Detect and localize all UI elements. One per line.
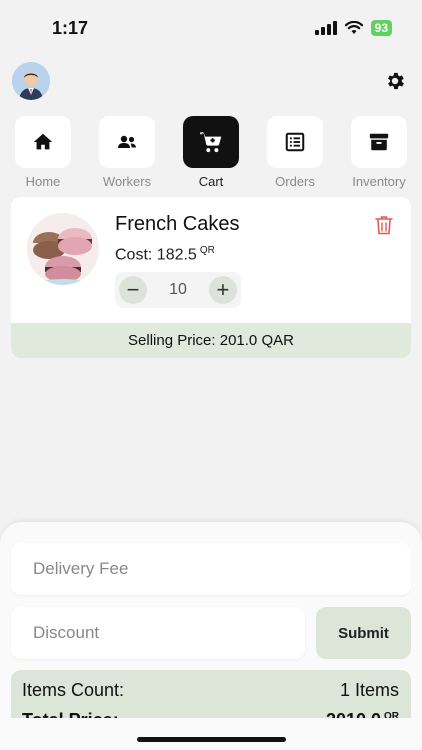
product-name: French Cakes bbox=[115, 213, 240, 235]
status-time: 1:17 bbox=[52, 18, 89, 38]
cart-icon bbox=[200, 132, 222, 153]
delivery-fee-input[interactable]: Delivery Fee bbox=[11, 543, 411, 595]
settings-gear-icon[interactable] bbox=[384, 70, 406, 92]
total-price-row: Total Price: 2010.0QR bbox=[22, 710, 399, 718]
items-count-value: 1 Items bbox=[339, 680, 399, 700]
status-icons: 93 bbox=[314, 20, 392, 36]
nav-label-workers: Workers bbox=[102, 174, 152, 189]
quantity-value: 10 bbox=[169, 281, 187, 298]
order-summary: Items Count: 1 Items Total Price: 2010.0… bbox=[11, 670, 411, 718]
delete-trash-icon[interactable] bbox=[375, 215, 393, 235]
total-price-label: Total Price: bbox=[22, 710, 119, 718]
total-price-value-wrap: 2010.0QR bbox=[326, 710, 399, 718]
nav-item-inventory[interactable]: Inventory bbox=[350, 116, 408, 189]
status-bar: 1:17 93 bbox=[0, 0, 422, 56]
nav-item-cart[interactable]: Cart bbox=[182, 116, 240, 189]
battery-icon: 93 bbox=[370, 20, 392, 36]
nav-label-orders: Orders bbox=[275, 174, 315, 189]
cart-item-card: French Cakes Cost: 182.5 QR − 10 + Sellin… bbox=[11, 197, 411, 358]
cellular-signal-icon bbox=[314, 21, 337, 35]
nav-item-orders[interactable]: Orders bbox=[266, 116, 324, 189]
wifi-icon bbox=[344, 21, 363, 34]
orders-icon bbox=[285, 132, 305, 152]
avatar[interactable] bbox=[12, 62, 50, 100]
nav-cart-box[interactable] bbox=[183, 116, 239, 168]
inventory-icon bbox=[369, 133, 389, 151]
nav-inventory-box[interactable] bbox=[351, 116, 407, 168]
total-price-value: 2010.0 bbox=[326, 710, 381, 718]
workers-icon bbox=[118, 135, 136, 148]
nav-item-home[interactable]: Home bbox=[14, 116, 72, 189]
product-cost-unit: QR bbox=[199, 245, 215, 256]
nav-label-home: Home bbox=[25, 174, 61, 189]
nav-label-cart: Cart bbox=[198, 174, 224, 189]
decrease-quantity-button[interactable]: − bbox=[119, 276, 147, 304]
nav-home-box[interactable] bbox=[15, 116, 71, 168]
discount-input[interactable]: Discount bbox=[11, 607, 305, 659]
nav-item-workers[interactable]: Workers bbox=[98, 116, 156, 189]
top-nav: Home Workers Cart Orders Inventory bbox=[14, 116, 408, 189]
user-avatar-icon bbox=[12, 62, 50, 100]
nav-workers-box[interactable] bbox=[99, 116, 155, 168]
total-price-unit: QR bbox=[384, 711, 399, 718]
items-count-label: Items Count: bbox=[22, 680, 125, 700]
nav-orders-box[interactable] bbox=[267, 116, 323, 168]
nav-label-inventory: Inventory bbox=[352, 174, 406, 189]
product-image bbox=[27, 213, 99, 285]
selling-price-bar: Selling Price: 201.0 QAR bbox=[11, 323, 411, 358]
quantity-stepper: − 10 + bbox=[115, 272, 241, 308]
home-icon bbox=[33, 133, 53, 150]
product-cost-value: Cost: 182.5 bbox=[115, 246, 197, 264]
increase-quantity-button[interactable]: + bbox=[208, 276, 237, 304]
home-indicator-area bbox=[0, 718, 422, 750]
product-cost: Cost: 182.5 QR bbox=[115, 245, 215, 264]
checkout-sheet: Delivery Fee Discount Submit Items Count… bbox=[0, 522, 422, 750]
macaron-image bbox=[27, 213, 99, 285]
submit-button[interactable]: Submit bbox=[316, 607, 411, 659]
items-count-row: Items Count: 1 Items bbox=[22, 680, 399, 701]
home-indicator[interactable] bbox=[137, 737, 286, 742]
